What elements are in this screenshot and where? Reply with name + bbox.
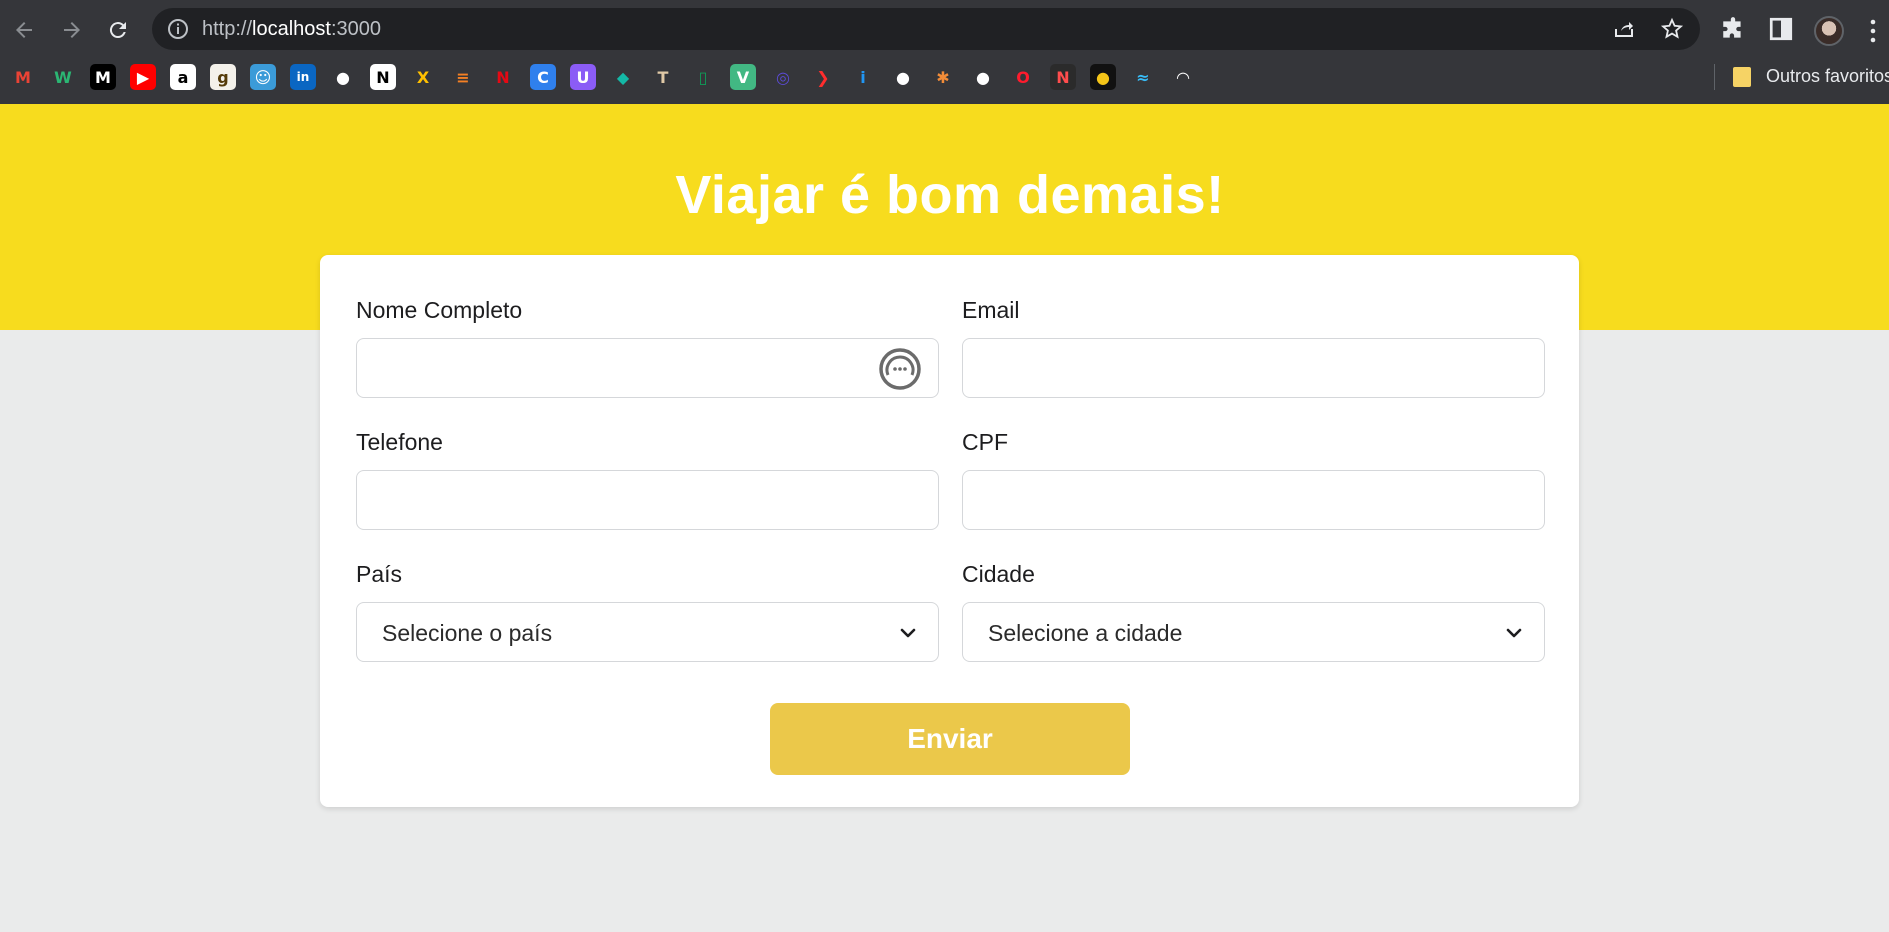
- notion-icon[interactable]: N: [370, 64, 396, 90]
- sheets-icon[interactable]: ▯: [690, 64, 716, 90]
- reload-icon: [109, 22, 126, 39]
- goodreads-icon[interactable]: g: [210, 64, 236, 90]
- travel-form: Nome Completo Email Telefone CPF País Se…: [320, 255, 1579, 807]
- email-input[interactable]: [962, 338, 1545, 398]
- city-select[interactable]: Selecione a cidade: [962, 602, 1545, 662]
- linkedin-icon[interactable]: in: [290, 64, 316, 90]
- u-app-icon[interactable]: U: [570, 64, 596, 90]
- chevron-down-icon: [900, 628, 916, 638]
- star-icon[interactable]: [1660, 17, 1684, 41]
- bookmarks-folder-other[interactable]: Outros favoritos: [1766, 66, 1889, 87]
- phone-input[interactable]: [356, 470, 939, 530]
- arrow-left-icon: [16, 22, 32, 38]
- medium-icon[interactable]: M: [90, 64, 116, 90]
- info-app-icon[interactable]: i: [850, 64, 876, 90]
- reload-button[interactable]: [100, 12, 136, 48]
- folder-icon[interactable]: [1733, 67, 1751, 87]
- city-label: Cidade: [962, 561, 1035, 587]
- chevron-down-icon: [1506, 628, 1522, 638]
- password-manager-icon[interactable]: [878, 347, 922, 391]
- url-scheme: http://: [202, 18, 253, 40]
- dog-app-icon[interactable]: ●: [1090, 64, 1116, 90]
- browser-chrome: http://localhost:3000 Outros favoritos M…: [0, 0, 1889, 104]
- url-host: localhost: [252, 18, 331, 40]
- github-icon[interactable]: ●: [890, 64, 916, 90]
- youtube-icon[interactable]: ▶: [130, 64, 156, 90]
- opera-icon[interactable]: O: [1010, 64, 1036, 90]
- country-select[interactable]: Selecione o país: [356, 602, 939, 662]
- full-name-label: Nome Completo: [356, 297, 523, 323]
- email-label: Email: [962, 297, 1020, 323]
- amazon-icon[interactable]: a: [170, 64, 196, 90]
- arrow-app-icon[interactable]: ❯: [810, 64, 836, 90]
- bookmarks-separator: [1714, 64, 1715, 90]
- nin-icon[interactable]: N: [1050, 64, 1076, 90]
- city-select-value: Selecione a cidade: [988, 620, 1183, 646]
- circle-app-icon[interactable]: ◎: [770, 64, 796, 90]
- back-button[interactable]: [6, 12, 42, 48]
- cpf-label: CPF: [962, 429, 1008, 455]
- browser-toolbar: http://localhost:3000: [0, 4, 1889, 54]
- cpf-input[interactable]: [962, 470, 1545, 530]
- github-icon[interactable]: ●: [330, 64, 356, 90]
- country-label: País: [356, 561, 403, 587]
- face-app-icon[interactable]: ☺: [250, 64, 276, 90]
- full-name-input[interactable]: [356, 338, 939, 398]
- arrow-right-icon: [64, 22, 80, 38]
- extensions-puzzle-icon[interactable]: [1720, 16, 1746, 42]
- more-vertical-icon[interactable]: [1868, 18, 1878, 44]
- gmail-icon[interactable]: M: [10, 64, 36, 90]
- github-icon[interactable]: ●: [970, 64, 996, 90]
- bookmarks-bar: Outros favoritos M W M ▶ a g ☺ in ● N X ≡ N C U ◆ T ▯ V ◎ ❯ i…: [0, 58, 1889, 96]
- side-panel-icon[interactable]: [1768, 16, 1794, 42]
- vue-icon[interactable]: V: [730, 64, 756, 90]
- address-bar[interactable]: http://localhost:3000: [152, 8, 1700, 50]
- country-select-value: Selecione o país: [382, 620, 553, 646]
- share-icon[interactable]: [1612, 17, 1636, 41]
- canva-icon[interactable]: C: [530, 64, 556, 90]
- asterisk-icon[interactable]: ✱: [930, 64, 956, 90]
- page-title: Viajar é bom demais!: [675, 165, 1225, 225]
- w-app-icon[interactable]: W: [50, 64, 76, 90]
- diamond-icon[interactable]: ◆: [610, 64, 636, 90]
- netflix-icon[interactable]: N: [490, 64, 516, 90]
- forward-button[interactable]: [54, 12, 90, 48]
- gauge-icon[interactable]: ◠: [1170, 64, 1196, 90]
- info-icon: [168, 19, 188, 39]
- url-text: http://localhost:3000: [202, 18, 381, 41]
- url-port: :3000: [330, 18, 382, 40]
- stackoverflow-icon[interactable]: ≡: [450, 64, 476, 90]
- profile-avatar[interactable]: [1814, 16, 1844, 46]
- tailwind-icon[interactable]: ≈: [1130, 64, 1156, 90]
- xb-icon[interactable]: X: [410, 64, 436, 90]
- submit-button[interactable]: Enviar: [770, 703, 1130, 775]
- hammer-icon[interactable]: T: [650, 64, 676, 90]
- page-viewport: Viajar é bom demais! Nome Completo Email…: [0, 104, 1889, 932]
- phone-label: Telefone: [356, 429, 443, 455]
